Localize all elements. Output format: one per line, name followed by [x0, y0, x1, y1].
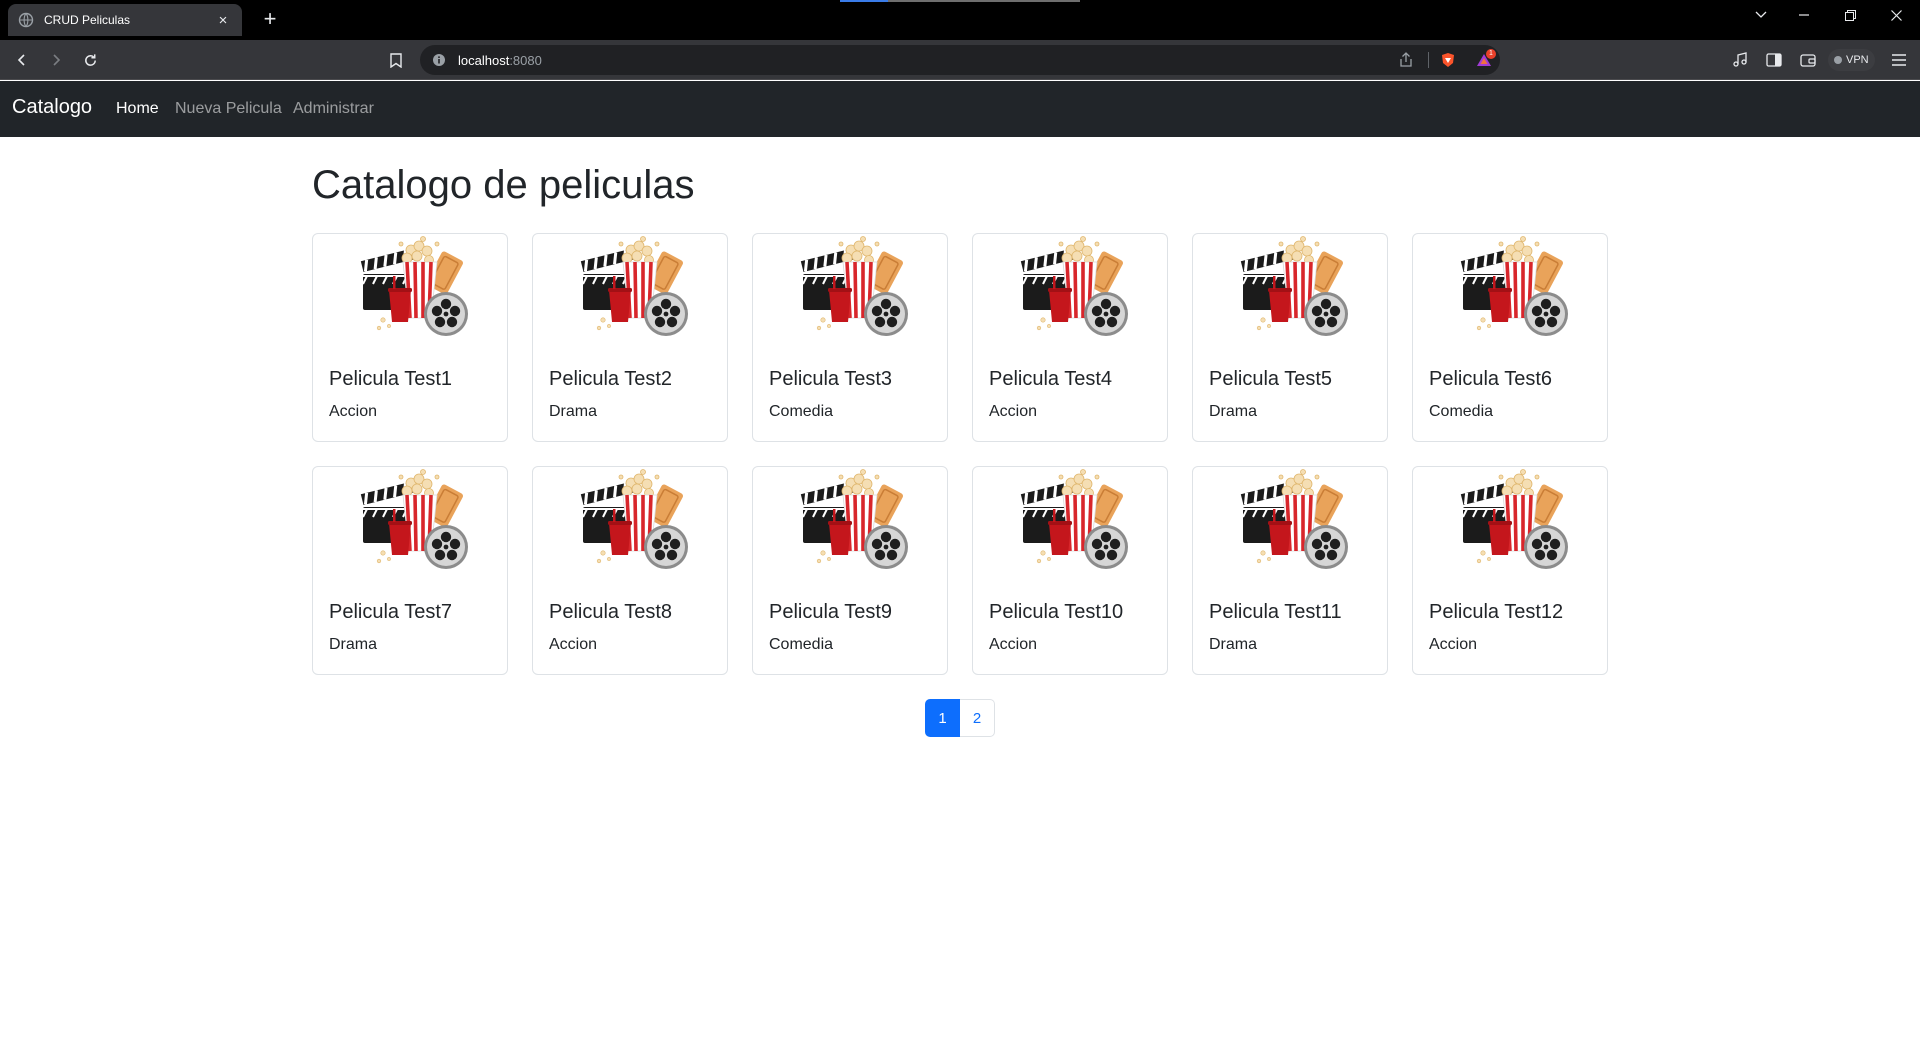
- forward-icon[interactable]: [44, 48, 68, 72]
- movie-card[interactable]: Pelicula Test1 Accion: [312, 233, 508, 442]
- new-tab-button[interactable]: +: [256, 6, 284, 34]
- movie-title: Pelicula Test5: [1209, 368, 1333, 390]
- movie-poster-image: [569, 234, 693, 346]
- movie-genre: Drama: [329, 636, 378, 653]
- movie-genre: Accion: [329, 403, 378, 420]
- reload-icon[interactable]: [78, 48, 102, 72]
- movie-grid: Pelicula Test1 Accion Pelicula Test2 Drama: [312, 233, 1608, 675]
- back-icon[interactable]: [10, 48, 34, 72]
- notification-badge: 1: [1486, 49, 1496, 59]
- restore-icon[interactable]: [1827, 0, 1873, 30]
- movie-title: Pelicula Test12: [1429, 601, 1564, 623]
- movie-card[interactable]: Pelicula Test4 Accion: [972, 233, 1168, 442]
- minimize-icon[interactable]: [1781, 0, 1827, 30]
- movie-genre: Accion: [1429, 636, 1478, 653]
- movie-card[interactable]: Pelicula Test5 Drama: [1192, 233, 1388, 442]
- sidebar-icon[interactable]: [1762, 48, 1786, 72]
- menu-icon[interactable]: [1887, 48, 1911, 72]
- movie-genre: Accion: [549, 636, 598, 653]
- movie-poster-image: [1009, 467, 1133, 579]
- site-navbar: Catalogo Home Nueva Pelicula Administrar: [0, 81, 1920, 137]
- movie-genre: Accion: [989, 403, 1038, 420]
- movie-title: Pelicula Test2: [549, 368, 673, 390]
- movie-poster-image: [349, 467, 473, 579]
- navbar-brand[interactable]: Catalogo: [12, 96, 92, 119]
- movie-title: Pelicula Test3: [769, 368, 893, 390]
- url-text: localhost:8080: [458, 53, 542, 68]
- movie-genre: Drama: [1209, 636, 1258, 653]
- movie-card[interactable]: Pelicula Test2 Drama: [532, 233, 728, 442]
- bookmark-icon[interactable]: [384, 48, 408, 72]
- movie-card[interactable]: Pelicula Test6 Comedia: [1412, 233, 1608, 442]
- movie-poster-image: [349, 234, 473, 346]
- movie-poster-image: [1229, 234, 1353, 346]
- movie-poster-image: [789, 234, 913, 346]
- movie-card[interactable]: Pelicula Test11 Drama: [1192, 466, 1388, 675]
- brave-shield-icon[interactable]: [1440, 52, 1456, 68]
- movie-poster-image: [1449, 467, 1573, 579]
- movie-poster-image: [569, 467, 693, 579]
- movie-title: Pelicula Test7: [329, 601, 453, 623]
- movie-title: Pelicula Test4: [989, 368, 1113, 390]
- pagination: 1 2: [925, 699, 995, 737]
- movie-genre: Comedia: [769, 636, 834, 653]
- wallet-icon[interactable]: [1796, 48, 1820, 72]
- movie-genre: Accion: [989, 636, 1038, 653]
- movie-title: Pelicula Test11: [1209, 601, 1342, 623]
- nav-link-home[interactable]: Home: [116, 100, 159, 118]
- movie-poster-image: [1229, 467, 1353, 579]
- share-icon[interactable]: [1398, 52, 1414, 68]
- browser-tab[interactable]: CRUD Peliculas ×: [8, 4, 242, 36]
- movie-genre: Drama: [549, 403, 598, 420]
- vpn-button[interactable]: VPN: [1828, 49, 1875, 71]
- movie-title: Pelicula Test10: [989, 601, 1124, 623]
- vpn-label: VPN: [1846, 54, 1869, 66]
- browser-tab-strip: CRUD Peliculas × +: [0, 0, 1920, 40]
- nav-link-administrar[interactable]: Administrar: [293, 100, 374, 118]
- movie-card[interactable]: Pelicula Test9 Comedia: [752, 466, 948, 675]
- movie-card[interactable]: Pelicula Test8 Accion: [532, 466, 728, 675]
- divider: [1428, 52, 1429, 68]
- close-window-icon[interactable]: [1873, 0, 1919, 30]
- close-tab-icon[interactable]: ×: [214, 12, 232, 29]
- page-button-2[interactable]: 2: [960, 699, 995, 737]
- url-port: :8080: [509, 53, 542, 68]
- media-icon[interactable]: [1728, 48, 1752, 72]
- movie-title: Pelicula Test8: [549, 601, 673, 623]
- movie-title: Pelicula Test9: [769, 601, 893, 623]
- tab-search-icon[interactable]: [1738, 0, 1784, 30]
- address-bar[interactable]: localhost:8080 1: [420, 45, 1500, 75]
- movie-genre: Comedia: [1429, 403, 1494, 420]
- movie-poster-image: [1009, 234, 1133, 346]
- movie-genre: Drama: [1209, 403, 1258, 420]
- page-button-1[interactable]: 1: [925, 699, 960, 737]
- movie-card[interactable]: Pelicula Test7 Drama: [312, 466, 508, 675]
- browser-toolbar: localhost:8080 1 VPN: [0, 40, 1920, 80]
- movie-title: Pelicula Test6: [1429, 368, 1553, 390]
- nav-link-nueva-pelicula[interactable]: Nueva Pelicula: [175, 100, 282, 118]
- movie-genre: Comedia: [769, 403, 834, 420]
- page-title: Catalogo de peliculas: [312, 163, 695, 207]
- movie-title: Pelicula Test1: [329, 368, 453, 390]
- tab-title: CRUD Peliculas: [44, 13, 131, 27]
- url-host: localhost: [458, 53, 510, 68]
- movie-card[interactable]: Pelicula Test3 Comedia: [752, 233, 948, 442]
- movie-poster-image: [789, 467, 913, 579]
- site-info-icon[interactable]: [432, 53, 446, 67]
- movie-poster-image: [1449, 234, 1573, 346]
- vpn-status-icon: [1834, 56, 1842, 64]
- page-content: Catalogo Home Nueva Pelicula Administrar…: [0, 81, 1920, 1037]
- globe-icon: [18, 12, 34, 28]
- movie-card[interactable]: Pelicula Test10 Accion: [972, 466, 1168, 675]
- loading-indicator: [840, 0, 1080, 2]
- movie-card[interactable]: Pelicula Test12 Accion: [1412, 466, 1608, 675]
- rewards-button[interactable]: 1: [1476, 49, 1496, 68]
